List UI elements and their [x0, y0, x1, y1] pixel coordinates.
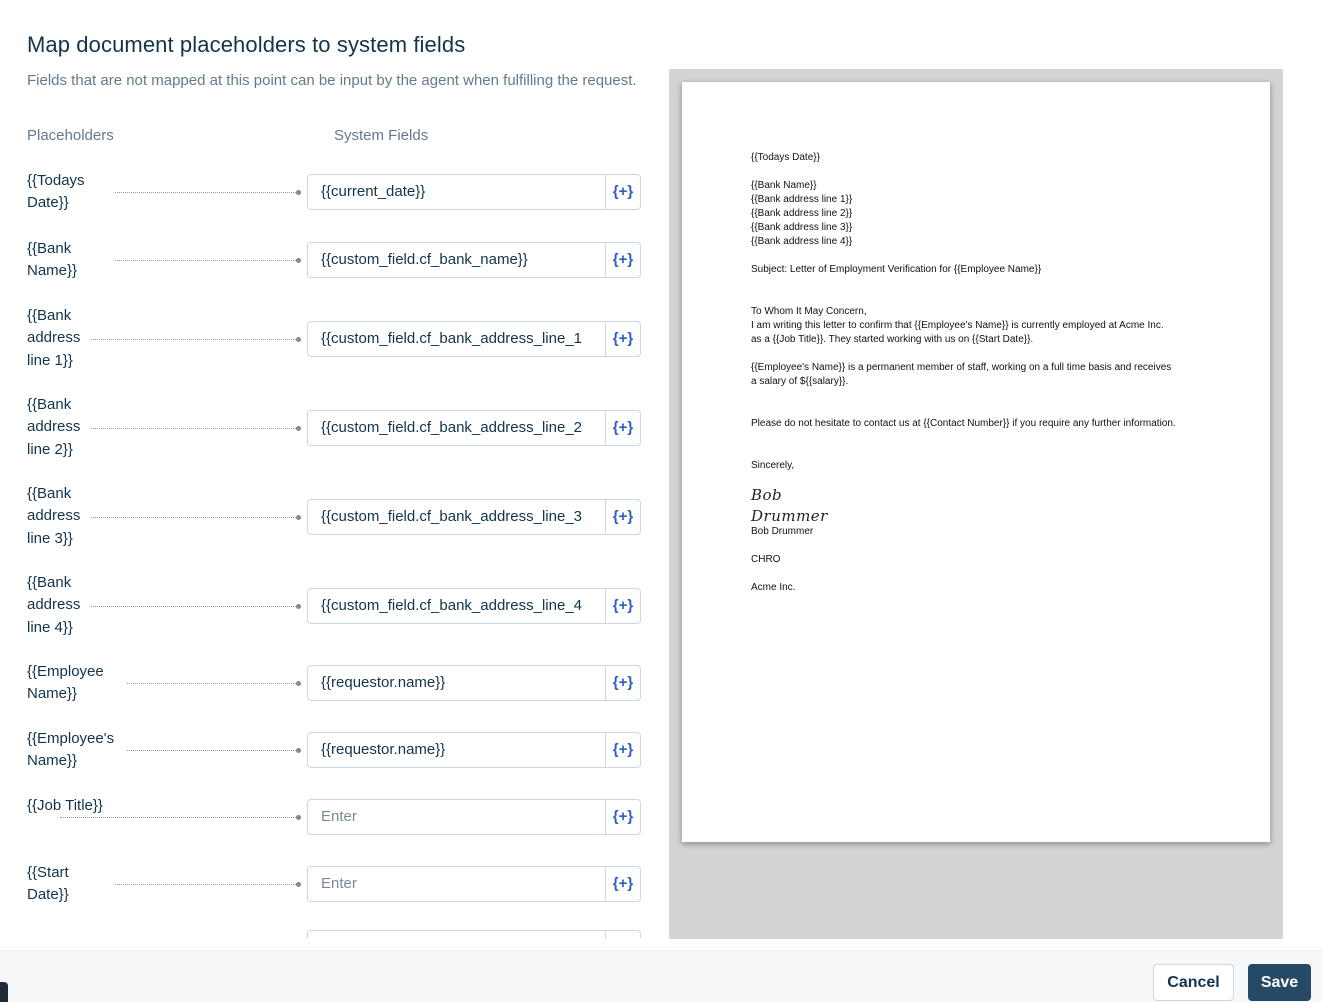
system-field-placeholder[interactable]: Enter: [308, 867, 606, 902]
connector-dot: [296, 425, 301, 431]
mapping-row: {{Todays Date}} {{current_date}} {+}: [0, 170, 660, 215]
system-field-input[interactable]: Enter {+}: [307, 799, 641, 836]
doc-signer-name: Bob Drummer: [751, 526, 814, 537]
doc-address: {{Bank Name}} {{Bank address line 1}} {{…: [751, 180, 853, 247]
doc-body: {{Employee's Name}} is a permanent membe…: [751, 362, 1172, 387]
connector-dot: [296, 258, 301, 264]
placeholder-label: {{Job Title}}: [27, 795, 115, 818]
system-field-input[interactable]: {{custom_field.cf_bank_address_line_1 {+}: [307, 320, 641, 357]
connector-dot: [296, 336, 301, 342]
connector-dot: [296, 681, 301, 687]
system-field-value[interactable]: {{current_date}}: [308, 175, 606, 210]
insert-field-button[interactable]: {+}: [606, 243, 640, 277]
footer-bar: Cancel Save: [0, 950, 1322, 1002]
placeholder-label: {{Todays Date}}: [27, 170, 115, 215]
mapping-row: {{Bank address line 2}} {{custom_field.cf…: [0, 394, 660, 462]
document-content: {{Todays Date}} {{Bank Name}} {{Bank add…: [751, 151, 1221, 595]
system-field-input[interactable]: {{requestor.name}} {+}: [307, 732, 641, 769]
mapping-list[interactable]: {{Todays Date}} {{current_date}} {+} {{Bank…: [0, 160, 660, 938]
insert-field-button[interactable]: {+}: [606, 867, 640, 901]
system-field-value[interactable]: {{custom_field.cf_bank_address_line_1: [308, 321, 606, 356]
insert-field-button[interactable]: {+}: [606, 666, 640, 700]
mapping-connector: [60, 817, 300, 819]
placeholder-label: {{Employee's Name}}: [27, 728, 127, 773]
doc-contact: Please do not hesitate to contact us at …: [751, 418, 1176, 429]
system-field-value[interactable]: [308, 931, 606, 938]
system-field-value[interactable]: {{custom_field.cf_bank_address_line_4: [308, 588, 606, 623]
placeholder-label: {{Bank address line 2}}: [27, 394, 91, 462]
insert-field-button[interactable]: {+}: [606, 500, 640, 534]
mapping-connector: [60, 338, 300, 340]
mapping-row: {{Job Title}} Enter {+}: [0, 795, 660, 840]
mapping-row: {{Employee's Name}} {{requestor.name}} {+}: [0, 728, 660, 773]
doc-company: Acme Inc.: [751, 582, 796, 593]
insert-field-button[interactable]: {+}: [606, 322, 640, 356]
system-field-value[interactable]: {{custom_field.cf_bank_name}}: [308, 243, 606, 278]
mapping-row: {{Bank Name}} {{custom_field.cf_bank_name…: [0, 238, 660, 283]
doc-closing: Sincerely,: [751, 460, 795, 471]
page-title: Map document placeholders to system fiel…: [27, 32, 466, 57]
system-field-input[interactable]: {{custom_field.cf_bank_address_line_2 {+}: [307, 409, 641, 446]
cancel-button[interactable]: Cancel: [1153, 964, 1234, 1001]
mapping-connector: [60, 605, 300, 607]
system-fields-column-header: System Fields: [334, 127, 429, 144]
insert-field-button[interactable]: {+}: [606, 589, 640, 623]
placeholder-label: {{Bank address line 4}}: [27, 572, 91, 640]
system-field-input[interactable]: {{current_date}} {+}: [307, 174, 641, 211]
placeholder-label: {{Bank address line 3}}: [27, 483, 91, 551]
placeholder-label: {{Bank Name}}: [27, 238, 115, 283]
insert-field-button[interactable]: {+}: [606, 411, 640, 445]
insert-field-button[interactable]: {+}: [606, 733, 640, 767]
placeholders-column-header: Placeholders: [27, 127, 114, 144]
doc-subject: Subject: Letter of Employment Verificati…: [751, 264, 1042, 275]
insert-field-button[interactable]: {+}: [606, 800, 640, 834]
mapping-row: {{Bank address line 1}} {{custom_field.cf…: [0, 305, 660, 373]
system-field-input[interactable]: {{custom_field.cf_bank_address_line_4 {+}: [307, 587, 641, 624]
save-button[interactable]: Save: [1248, 964, 1311, 1001]
document-page: {{Todays Date}} {{Bank Name}} {{Bank add…: [682, 82, 1270, 842]
mapping-connector: [60, 427, 300, 429]
system-field-input[interactable]: {{custom_field.cf_bank_address_line_3 {+}: [307, 498, 641, 535]
system-field-input[interactable]: Enter {+}: [307, 866, 641, 903]
placeholder-label: {{Bank address line 1}}: [27, 305, 91, 373]
mapping-row: {{Bank address line 3}} {{custom_field.cf…: [0, 483, 660, 551]
connector-dot: [296, 603, 301, 609]
doc-date: {{Todays Date}}: [751, 152, 820, 163]
doc-greeting: To Whom It May Concern, I am writing thi…: [751, 306, 1164, 345]
placeholder-label: {{Start Date}}: [27, 862, 115, 907]
document-preview[interactable]: {{Todays Date}} {{Bank Name}} {{Bank add…: [669, 69, 1283, 939]
system-field-input[interactable]: [307, 930, 641, 938]
page-subtitle: Fields that are not mapped at this point…: [27, 72, 637, 89]
system-field-value[interactable]: {{requestor.name}}: [308, 733, 606, 768]
connector-dot: [296, 514, 301, 520]
placeholder-label: {{Employee Name}}: [27, 661, 127, 706]
mapping-row: {{Employee Name}} {{requestor.name}} {+}: [0, 661, 660, 706]
system-field-input[interactable]: {{custom_field.cf_bank_name}} {+}: [307, 242, 641, 279]
insert-field-button[interactable]: {+}: [606, 175, 640, 209]
system-field-placeholder[interactable]: Enter: [308, 800, 606, 835]
doc-signature: Bob Drummer: [751, 486, 828, 525]
system-field-value[interactable]: {{custom_field.cf_bank_address_line_3: [308, 499, 606, 534]
mapping-row: {{Start Date}} Enter {+}: [0, 862, 660, 907]
doc-signer-title: CHRO: [751, 554, 781, 565]
system-field-value[interactable]: {{custom_field.cf_bank_address_line_2: [308, 410, 606, 445]
mapping-row: {{Bank address line 4}} {{custom_field.cf…: [0, 572, 660, 640]
system-field-input[interactable]: {{requestor.name}} {+}: [307, 665, 641, 702]
insert-field-button[interactable]: [606, 931, 640, 938]
connector-dot: [296, 190, 301, 196]
system-field-value[interactable]: {{requestor.name}}: [308, 666, 606, 701]
connector-dot: [296, 815, 301, 821]
connector-dot: [296, 748, 301, 754]
mapping-connector: [60, 516, 300, 518]
corner-handle: [0, 982, 8, 1002]
connector-dot: [296, 882, 301, 888]
